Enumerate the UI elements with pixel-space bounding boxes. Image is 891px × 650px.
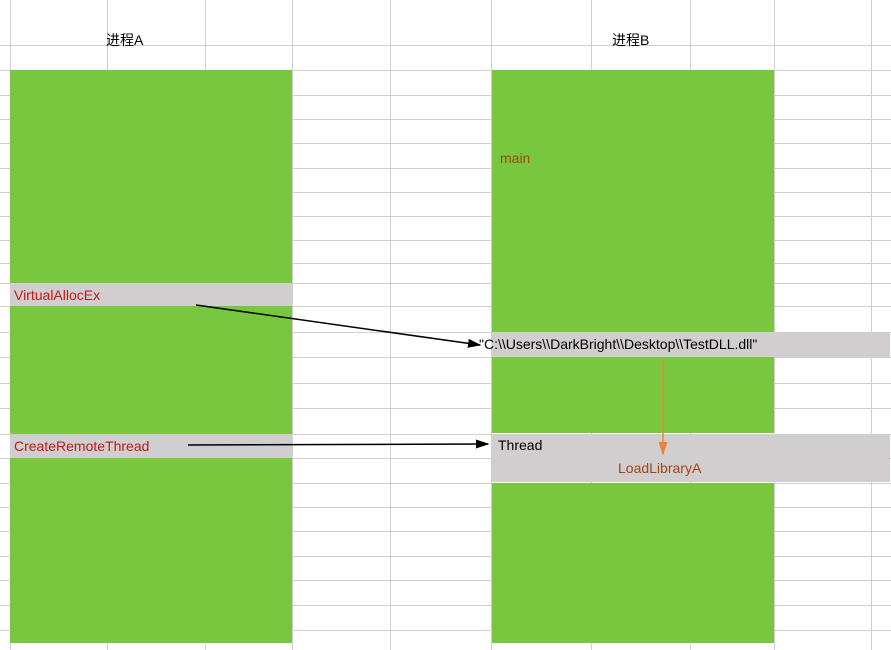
process-b-block-2 [492, 357, 774, 433]
process-b-block-1 [492, 70, 774, 332]
process-a-block-3 [10, 458, 292, 643]
virtual-alloc-bar: VirtualAllocEx [10, 283, 292, 306]
main-label: main [500, 150, 530, 166]
path-label: "C:\\Users\\DarkBright\\Desktop\\TestDLL… [479, 336, 757, 352]
process-a-header: 进程A [106, 30, 143, 50]
thread-bar [492, 434, 890, 458]
process-b-header: 进程B [612, 30, 649, 50]
thread-label: Thread [498, 437, 542, 453]
process-a-block-1 [10, 70, 292, 283]
create-remote-thread-bar: CreateRemoteThread [10, 434, 292, 458]
virtual-alloc-label: VirtualAllocEx [14, 287, 100, 303]
load-library-label: LoadLibraryA [618, 460, 701, 476]
create-remote-thread-label: CreateRemoteThread [14, 438, 149, 454]
process-b-block-3 [492, 483, 774, 643]
process-a-block-2 [10, 306, 292, 434]
